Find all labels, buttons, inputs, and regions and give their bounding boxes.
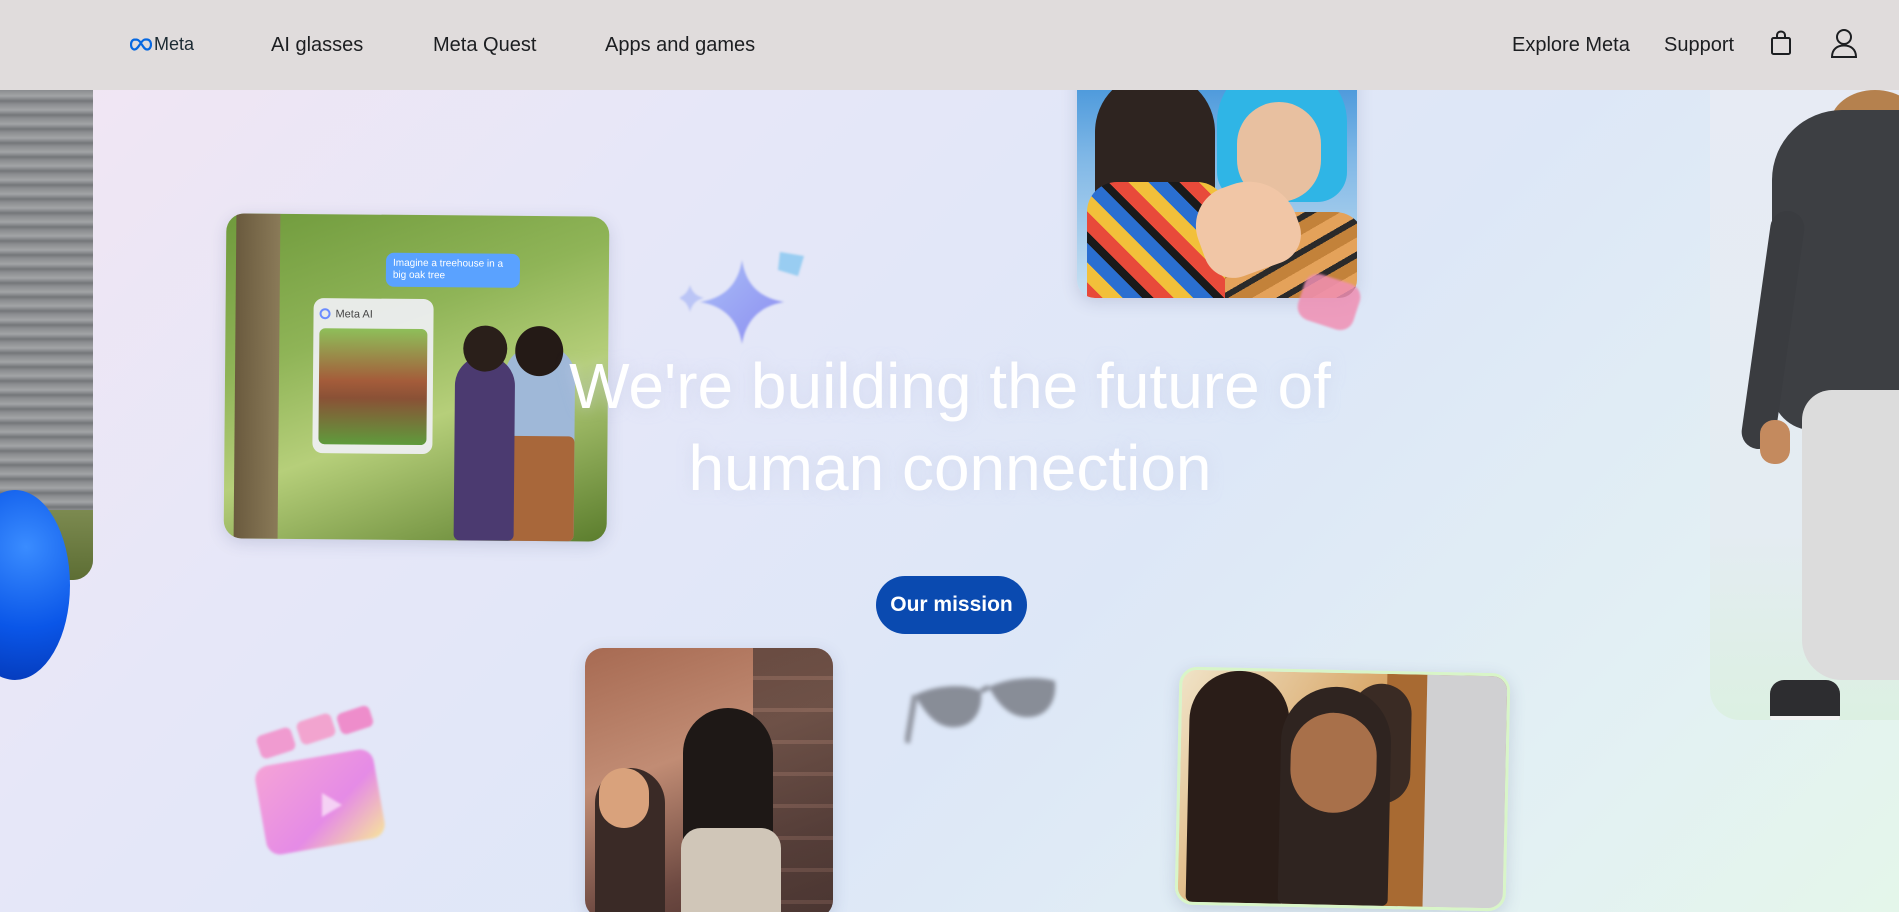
logo-text: Meta bbox=[154, 34, 195, 54]
avatar-pants bbox=[1802, 390, 1899, 680]
person-shirt bbox=[681, 828, 781, 912]
nav-explore-meta[interactable]: Explore Meta bbox=[1512, 34, 1630, 57]
photo-card-family bbox=[1174, 666, 1511, 912]
meta-infinity-icon bbox=[130, 38, 152, 51]
shopping-bag-icon bbox=[1771, 30, 1791, 55]
meta-ai-panel: Meta AI bbox=[312, 298, 434, 455]
nav-support[interactable]: Support bbox=[1664, 34, 1734, 57]
user-icon bbox=[1830, 29, 1858, 58]
door-background bbox=[1422, 674, 1508, 909]
avatar-hand bbox=[1760, 420, 1790, 464]
side-image-right bbox=[1710, 90, 1899, 720]
person-shape bbox=[1185, 669, 1291, 904]
treehouse-image bbox=[318, 328, 428, 446]
hero-title-line-1: We're building the future of bbox=[569, 350, 1331, 422]
page: Meta AI glasses Meta Quest Apps and game… bbox=[0, 0, 1899, 912]
cart-button[interactable] bbox=[1764, 26, 1798, 60]
sunglasses-decoration bbox=[905, 678, 1056, 744]
ai-prompt-bubble: Imagine a treehouse in a big oak tree bbox=[385, 252, 521, 288]
tree-trunk bbox=[233, 213, 281, 539]
avatar-shoe bbox=[1770, 680, 1840, 720]
sparkle-decoration bbox=[680, 252, 804, 344]
meta-ai-icon bbox=[319, 308, 331, 320]
account-button[interactable] bbox=[1827, 26, 1861, 60]
nav-meta-quest[interactable]: Meta Quest bbox=[433, 34, 536, 57]
photo-card-party bbox=[585, 648, 833, 912]
person-face bbox=[599, 768, 649, 828]
person-face bbox=[1289, 711, 1378, 814]
meta-logo[interactable]: Meta bbox=[130, 34, 194, 55]
hero-title-line-2: human connection bbox=[688, 432, 1212, 504]
meta-ai-label: Meta AI bbox=[335, 308, 373, 321]
clapperboard-decoration bbox=[255, 705, 385, 855]
our-mission-button[interactable]: Our mission bbox=[876, 576, 1027, 634]
nav-ai-glasses[interactable]: AI glasses bbox=[271, 34, 363, 57]
nav-apps-and-games[interactable]: Apps and games bbox=[605, 34, 755, 57]
photo-card-friends bbox=[1077, 62, 1357, 298]
hero-title: We're building the future of human conne… bbox=[450, 345, 1450, 509]
top-navigation: Meta AI glasses Meta Quest Apps and game… bbox=[0, 0, 1899, 90]
